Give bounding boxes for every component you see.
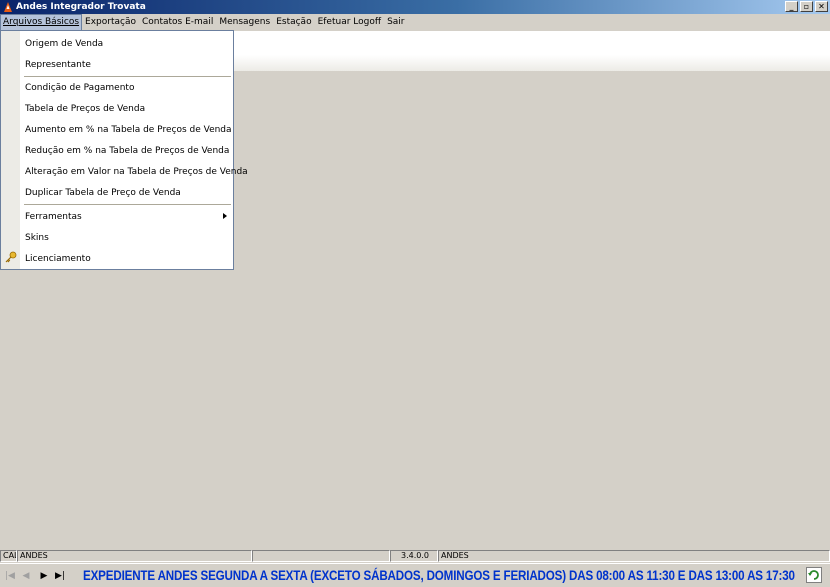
menu-item-ferramentas[interactable]: Ferramentas xyxy=(25,211,82,223)
menu-gutter xyxy=(1,31,20,269)
last-record-icon[interactable]: ▶| xyxy=(54,570,66,582)
menu-item-licenciamento[interactable]: Licenciamento xyxy=(25,253,91,265)
status-bar: CAL ANDES 3.4.0.0 ANDES xyxy=(0,549,830,563)
menu-item-aumento-percentual[interactable]: Aumento em % na Tabela de Preços de Vend… xyxy=(25,124,232,136)
menu-item-condicao-pagamento[interactable]: Condição de Pagamento xyxy=(25,82,134,94)
menu-item-skins[interactable]: Skins xyxy=(25,232,49,244)
menu-separator xyxy=(24,76,231,77)
window-title: Andes Integrador Trovata xyxy=(16,2,146,12)
arquivos-basicos-dropdown: Origem de Venda Representante Condição d… xyxy=(0,30,248,270)
bottom-bar: |◀ ◀ ▶ ▶| EXPEDIENTE ANDES SEGUNDA A SEX… xyxy=(0,563,830,587)
menu-estacao[interactable]: Estação xyxy=(273,14,314,31)
status-panel-cal: CAL xyxy=(0,550,17,562)
refresh-button[interactable] xyxy=(806,567,822,583)
menu-mensagens[interactable]: Mensagens xyxy=(216,14,273,31)
status-panel-company: ANDES xyxy=(17,550,252,562)
key-icon xyxy=(5,251,17,263)
menu-separator xyxy=(24,204,231,205)
app-logo-icon xyxy=(4,2,12,12)
menu-item-representante[interactable]: Representante xyxy=(25,59,91,71)
refresh-icon xyxy=(808,570,819,580)
menu-bar: Arquivos Básicos Exportação Contatos E-m… xyxy=(0,14,830,31)
close-button[interactable]: ✕ xyxy=(815,1,828,12)
minimize-button[interactable]: _ xyxy=(785,1,798,12)
menu-item-alteracao-valor[interactable]: Alteração em Valor na Tabela de Preços d… xyxy=(25,166,248,178)
menu-item-origem-de-venda[interactable]: Origem de Venda xyxy=(25,38,103,50)
menu-exportacao[interactable]: Exportação xyxy=(82,14,139,31)
next-record-icon[interactable]: ▶ xyxy=(38,570,50,582)
status-panel-version: 3.4.0.0 xyxy=(390,550,438,562)
menu-contatos-email[interactable]: Contatos E-mail xyxy=(139,14,216,31)
menu-item-duplicar-tabela[interactable]: Duplicar Tabela de Preço de Venda xyxy=(25,187,181,199)
restore-button[interactable]: ▫ xyxy=(800,1,813,12)
menu-efetuar-logoff[interactable]: Efetuar Logoff xyxy=(315,14,384,31)
first-record-icon[interactable]: |◀ xyxy=(4,570,16,582)
menu-item-reducao-percentual[interactable]: Redução em % na Tabela de Preços de Vend… xyxy=(25,145,229,157)
menu-sair[interactable]: Sair xyxy=(384,14,407,31)
menu-arquivos-basicos[interactable]: Arquivos Básicos xyxy=(0,14,83,31)
title-bar: Andes Integrador Trovata _ ▫ ✕ xyxy=(0,0,830,14)
business-hours-message: EXPEDIENTE ANDES SEGUNDA A SEXTA (EXCETO… xyxy=(83,567,795,583)
previous-record-icon[interactable]: ◀ xyxy=(20,570,32,582)
status-panel-user: ANDES xyxy=(438,550,830,562)
menu-item-tabela-precos-venda[interactable]: Tabela de Preços de Venda xyxy=(25,103,145,115)
status-panel-empty xyxy=(252,550,390,562)
submenu-arrow-icon xyxy=(223,213,227,219)
